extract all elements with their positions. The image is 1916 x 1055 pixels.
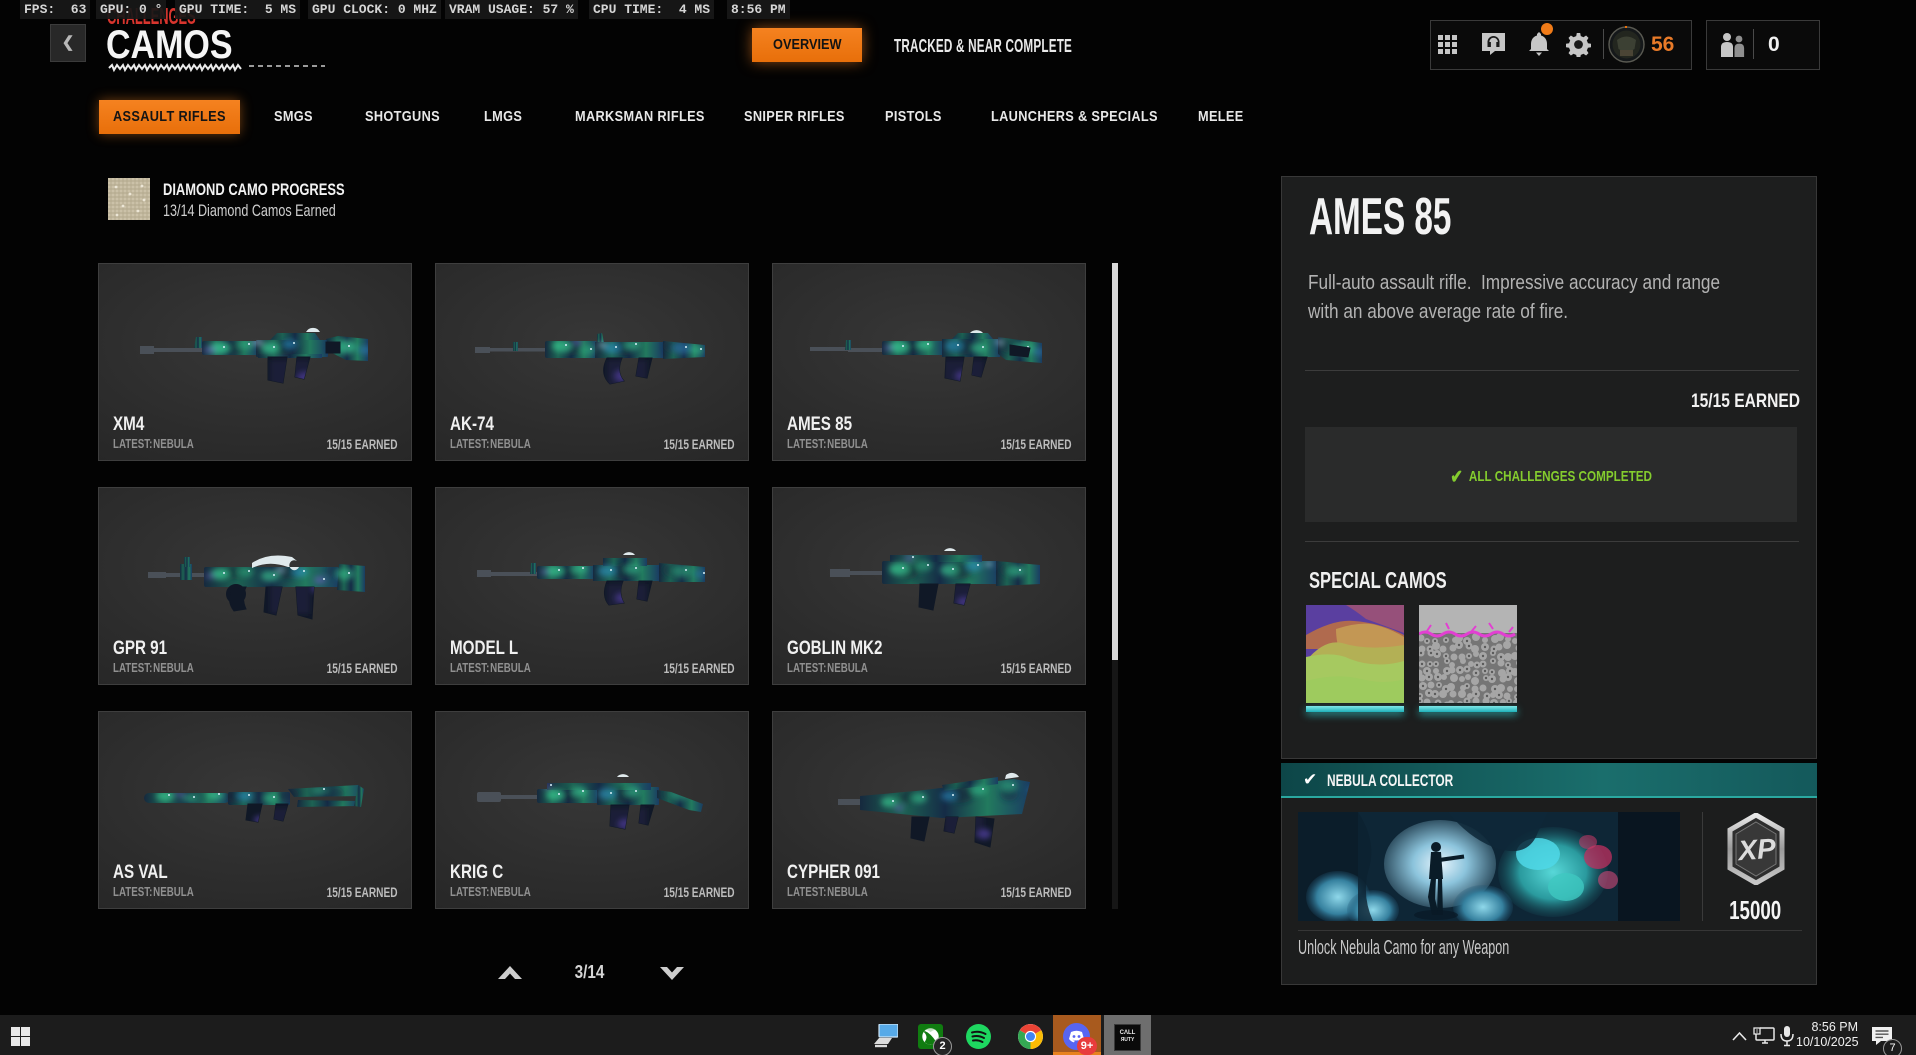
svg-text:XP: XP [1735,833,1777,867]
